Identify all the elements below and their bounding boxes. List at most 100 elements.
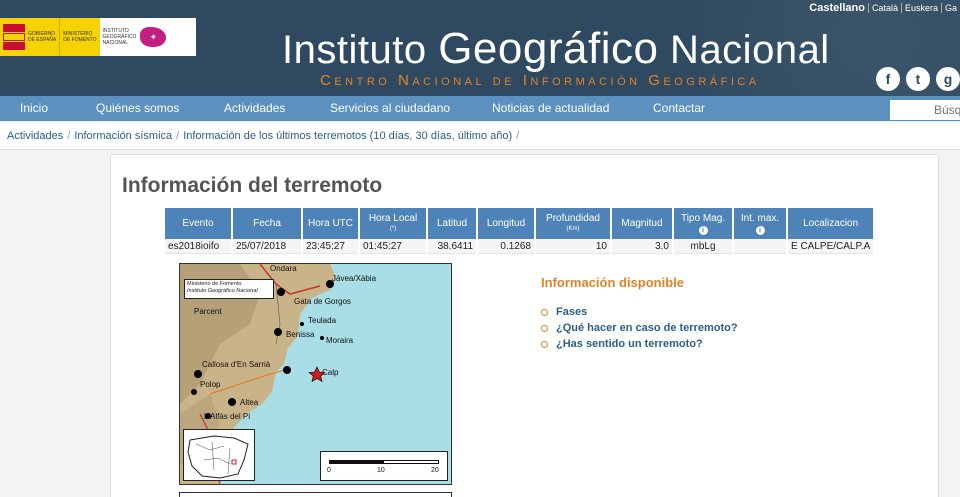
- cell-tipo-mag: mbLg: [674, 239, 732, 254]
- lang-euskera[interactable]: Euskera: [900, 3, 941, 13]
- cell-fecha: 25/07/2018: [233, 239, 301, 254]
- language-selector: Castellano Català Euskera Ga: [806, 2, 960, 14]
- col-hora-local: Hora Local (*): [360, 208, 426, 239]
- map-label-ondara: Ondara: [270, 264, 297, 273]
- info-link-que-hacer-label: ¿Qué hacer en caso de terremoto?: [556, 322, 738, 334]
- gov-logo-line2: DE ESPAÑA: [28, 37, 57, 43]
- col-hora-local-note: (*): [389, 225, 397, 232]
- info-icon[interactable]: i: [755, 225, 765, 235]
- search-input[interactable]: [890, 100, 960, 120]
- nav-contactar[interactable]: Contactar: [653, 101, 705, 115]
- cell-evento[interactable]: es2018ioifo: [165, 239, 231, 254]
- scale-tick-0: 0: [327, 467, 331, 474]
- epicenter-map[interactable]: Ministerio de Fomento Instituto Geográfi…: [179, 263, 452, 485]
- twitter-icon[interactable]: t: [906, 67, 930, 91]
- breadcrumb-separator: /: [67, 130, 71, 142]
- nav-noticias[interactable]: Noticias de actualidad: [492, 101, 609, 115]
- breadcrumb-actividades[interactable]: Actividades: [7, 130, 63, 142]
- info-link-has-sentido[interactable]: ¿Has sentido un terremoto?: [541, 336, 738, 352]
- col-int-max-label: Int. max.: [740, 212, 780, 224]
- ministry-line2: DE FOMENTO: [63, 37, 97, 43]
- cell-latitud: 38.6411: [428, 239, 476, 254]
- col-longitud: Longitud: [478, 208, 534, 239]
- main-nav: Inicio Quiénes somos Actividades Servici…: [0, 96, 960, 121]
- info-links-list: Fases ¿Qué hacer en caso de terremoto? ¿…: [541, 304, 738, 352]
- page-title: Información del terremoto: [122, 174, 383, 197]
- map-label-parcent: Parcent: [194, 307, 222, 316]
- lang-catala[interactable]: Català: [867, 3, 901, 13]
- col-magnitud: Magnitud: [612, 208, 672, 239]
- breadcrumb-ultimos-terremotos[interactable]: Información de los últimos terremotos (1…: [183, 130, 512, 142]
- map-label-alfas: L'Alfàs del Pi: [204, 412, 250, 421]
- government-logo[interactable]: GOBIERNO DE ESPAÑA MINISTERIO DE FOMENTO…: [0, 18, 196, 56]
- cell-localizacion: E CALPE/CALP.A: [788, 239, 874, 254]
- info-link-fases-label: Fases: [556, 306, 588, 318]
- ministry-logo: MINISTERIO DE FOMENTO: [59, 18, 100, 56]
- bullet-icon: [541, 308, 548, 316]
- lang-galego[interactable]: Ga: [940, 3, 960, 13]
- site-header: GOBIERNO DE ESPAÑA MINISTERIO DE FOMENTO…: [0, 0, 960, 96]
- map-label-gata: Gata de Gorgos: [294, 297, 351, 306]
- col-profundidad: Profundidad (Km): [536, 208, 610, 239]
- map-legend: Ministerio de Fomento Instituto Geográfi…: [184, 279, 274, 299]
- map-label-benissa: Benissa: [286, 330, 315, 339]
- col-latitud: Latitud: [428, 208, 476, 239]
- breadcrumb-informacion-sismica[interactable]: Información sísmica: [74, 130, 172, 142]
- map-label-javea: Jávea/Xàbia: [332, 274, 377, 283]
- cell-magnitud: 3.0: [612, 239, 672, 254]
- map-label-calp: Calp: [322, 368, 339, 377]
- scale-tick-20: 20: [431, 467, 439, 474]
- info-link-has-sentido-label: ¿Has sentido un terremoto?: [556, 338, 703, 350]
- bullet-icon: [541, 324, 548, 332]
- info-link-que-hacer[interactable]: ¿Qué hacer en caso de terremoto?: [541, 320, 738, 336]
- nav-inicio[interactable]: Inicio: [20, 101, 48, 115]
- map-label-altea: Altea: [240, 398, 259, 407]
- map-legend-line2: Instituto Geográfico Nacional: [187, 288, 258, 294]
- map-label-polop: Polop: [200, 380, 221, 389]
- map-label-moraira: Moraira: [326, 336, 354, 345]
- col-fecha: Fecha: [233, 208, 301, 239]
- map-label-teulada: Teulada: [308, 316, 337, 325]
- scale-bar: [329, 460, 439, 464]
- google-plus-icon[interactable]: g: [936, 67, 960, 91]
- map-legend-line1: Ministerio de Fomento: [187, 281, 242, 287]
- info-available-title: Información disponible: [541, 275, 685, 290]
- nav-servicios[interactable]: Servicios al ciudadano: [330, 101, 450, 115]
- breadcrumb-separator: /: [176, 130, 180, 142]
- institute-line3: NACIONAL: [102, 40, 129, 46]
- map-label-callosa: Callosa d'En Sarrià: [202, 360, 271, 369]
- nav-actividades[interactable]: Actividades: [224, 101, 285, 115]
- col-tipo-mag-label: Tipo Mag.: [680, 212, 726, 224]
- col-evento: Evento: [165, 208, 231, 239]
- facebook-icon[interactable]: f: [876, 67, 900, 91]
- cell-int-max: [734, 239, 786, 254]
- bullet-icon: [541, 340, 548, 348]
- ign-logo-icon: ✦: [140, 27, 167, 47]
- breadcrumb: Actividades / Información sísmica / Informac…: [0, 123, 960, 150]
- col-profundidad-unit: (Km): [566, 225, 580, 232]
- col-int-max: Int. max. i: [734, 208, 786, 239]
- cell-profundidad: 10: [536, 239, 610, 254]
- cell-longitud: 0.1268: [478, 239, 534, 254]
- second-map-top-edge: [179, 492, 452, 497]
- breadcrumb-separator: /: [516, 130, 520, 142]
- col-tipo-mag: Tipo Mag. i: [674, 208, 732, 239]
- map-scale: 0 10 20: [320, 451, 448, 481]
- col-hora-local-label: Hora Local: [368, 212, 418, 224]
- cell-hora-local: 01:45:27: [360, 239, 426, 254]
- gobierno-logo: GOBIERNO DE ESPAÑA: [0, 18, 60, 56]
- site-subtitle: Centro Nacional de Información Geográfic…: [320, 72, 760, 89]
- earthquake-table: Evento Fecha Hora UTC Hora Local (*) Lat…: [163, 208, 875, 254]
- site-title-part3: Nacional: [658, 28, 830, 72]
- info-link-fases[interactable]: Fases: [541, 304, 738, 320]
- spain-crest-icon: [3, 24, 25, 50]
- site-title-part2: Geográfico: [438, 24, 659, 73]
- info-icon[interactable]: i: [698, 225, 708, 235]
- spain-inset-map: [183, 429, 255, 481]
- lang-castellano[interactable]: Castellano: [806, 2, 868, 14]
- col-profundidad-label: Profundidad: [546, 212, 600, 224]
- col-localizacion: Localizacion: [788, 208, 874, 239]
- cell-hora-utc: 23:45:27: [303, 239, 358, 254]
- site-title[interactable]: Instituto Geográfico Nacional: [282, 24, 830, 74]
- nav-quienes-somos[interactable]: Quiénes somos: [96, 101, 179, 115]
